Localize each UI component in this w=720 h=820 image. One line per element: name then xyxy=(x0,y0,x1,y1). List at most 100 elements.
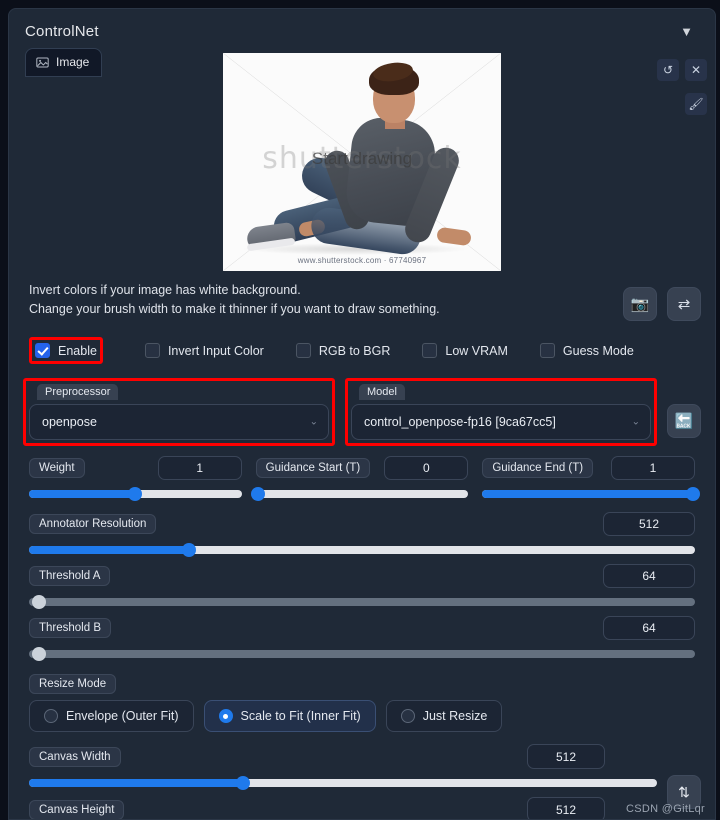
preprocessor-select[interactable]: openpose ⌄ xyxy=(29,404,329,440)
resize-mode-section: Resize Mode Envelope (Outer Fit) Scale t… xyxy=(9,658,715,732)
refresh-models-button[interactable]: 🔙 xyxy=(667,404,701,438)
checkbox-invert-input-color-label: Invert Input Color xyxy=(167,343,264,358)
hint-line-1: Invert colors if your image has white ba… xyxy=(29,283,301,297)
slider-threshold-b-value[interactable]: 64 xyxy=(603,616,695,640)
slider-guidance-end-value[interactable]: 1 xyxy=(611,456,696,480)
slider-guidance-start: Guidance Start (T) 0 xyxy=(250,456,469,501)
controlnet-panel: ControlNet ▼ Image shutterstock Start dr… xyxy=(8,8,716,820)
panel-header: ControlNet ▼ xyxy=(9,9,715,46)
controlnet-app: ControlNet ▼ Image shutterstock Start dr… xyxy=(0,0,720,820)
preprocessor-field: Preprocessor openpose ⌄ xyxy=(29,384,329,440)
resize-mode-radios: Envelope (Outer Fit) Scale to Fit (Inner… xyxy=(29,700,695,732)
radio-dot xyxy=(400,709,415,723)
slider-weight-label: Weight xyxy=(29,458,85,478)
canvas-sliders: Canvas Width 512 Canvas Height 512 xyxy=(29,744,657,819)
slider-canvas-width: Canvas Width 512 xyxy=(29,744,657,790)
brush-icon[interactable]: 🖌 xyxy=(685,93,707,115)
model-annotation-box: Model control_openpose-fp16 [9ca67cc5] ⌄ xyxy=(345,378,657,446)
preprocessor-value: openpose xyxy=(42,415,97,429)
hint-buttons: 📷 ⇄ xyxy=(623,281,701,321)
slider-guidance-end: Guidance End (T) 1 xyxy=(482,456,700,501)
slider-guidance-start-track[interactable] xyxy=(250,487,469,501)
slider-annotator-resolution-track[interactable] xyxy=(29,543,695,557)
radio-dot-selected xyxy=(218,709,233,723)
slider-canvas-height-label: Canvas Height xyxy=(29,799,125,819)
chevron-down-icon: ⌄ xyxy=(309,416,318,428)
radio-scale-to-fit-inner-fit-label: Scale to Fit (Inner Fit) xyxy=(240,709,361,723)
hint-text: Invert colors if your image has white ba… xyxy=(29,281,440,319)
image-canvas[interactable]: shutterstock Start drawing www.shutterst… xyxy=(223,53,501,271)
slider-canvas-height: Canvas Height 512 xyxy=(29,797,657,819)
checkbox-enable-label: Enable xyxy=(58,343,97,358)
checkbox-box xyxy=(539,343,555,358)
hint-line-2: Change your brush width to make it thinn… xyxy=(29,302,440,316)
slider-guidance-start-value[interactable]: 0 xyxy=(384,456,469,480)
image-footer-text: www.shutterstock.com · 67740967 xyxy=(297,256,427,265)
slider-guidance-start-label: Guidance Start (T) xyxy=(255,458,371,478)
checkbox-invert-input-color[interactable]: Invert Input Color xyxy=(144,343,264,358)
chevron-down-icon[interactable]: ▼ xyxy=(674,23,699,40)
model-select[interactable]: control_openpose-fp16 [9ca67cc5] ⌄ xyxy=(351,404,651,440)
checkbox-rgb-to-bgr[interactable]: RGB to BGR xyxy=(295,343,391,358)
swap-source-button[interactable]: ⇄ xyxy=(667,287,701,321)
hint-row: Invert colors if your image has white ba… xyxy=(9,275,715,321)
model-select-row: Preprocessor openpose ⌄ Model control_op… xyxy=(9,364,715,446)
slider-weight: Weight 1 xyxy=(29,456,242,501)
options-row: Enable Invert Input Color RGB to BGR Low… xyxy=(9,321,715,364)
image-tools-secondary: 🖌 xyxy=(685,93,707,115)
radio-scale-to-fit-inner-fit[interactable]: Scale to Fit (Inner Fit) xyxy=(203,700,376,732)
annotator-sliders: Annotator Resolution 512 Threshold A 64 xyxy=(9,498,715,661)
image-stage: shutterstock Start drawing www.shutterst… xyxy=(9,51,715,275)
slider-canvas-width-label: Canvas Width xyxy=(29,746,121,767)
image-tools: ↺ ✕ xyxy=(657,59,707,81)
check-icon xyxy=(35,343,50,358)
radio-dot xyxy=(44,709,58,723)
enable-annotation-box: Enable xyxy=(29,337,103,364)
preprocessor-label: Preprocessor xyxy=(37,384,119,400)
weight-guidance-sliders: Weight 1 Guidance Start (T) 0 Guidance E… xyxy=(9,446,715,501)
checkbox-box xyxy=(295,343,311,358)
page-title: ControlNet xyxy=(25,23,99,40)
canvas-size-section: Canvas Width 512 Canvas Height 512 ⇅ xyxy=(9,732,715,819)
slider-annotator-resolution-value[interactable]: 512 xyxy=(603,512,695,536)
slider-guidance-end-track[interactable] xyxy=(482,487,700,501)
checkbox-box xyxy=(144,343,160,358)
slider-weight-track[interactable] xyxy=(29,487,242,501)
slider-weight-value[interactable]: 1 xyxy=(157,456,242,480)
preprocessor-annotation-box: Preprocessor openpose ⌄ xyxy=(23,378,335,446)
slider-threshold-a-value[interactable]: 64 xyxy=(603,564,695,588)
checkbox-guess-mode[interactable]: Guess Mode xyxy=(539,343,634,358)
slider-threshold-a-label: Threshold A xyxy=(29,566,111,586)
checkbox-enable[interactable]: Enable xyxy=(35,343,97,358)
slider-annotator-resolution-label: Annotator Resolution xyxy=(29,514,157,534)
close-icon[interactable]: ✕ xyxy=(685,59,707,81)
radio-just-resize[interactable]: Just Resize xyxy=(385,700,503,732)
webcam-button[interactable]: 📷 xyxy=(623,287,657,321)
checkbox-box xyxy=(422,343,438,358)
slider-threshold-b-track[interactable] xyxy=(29,647,695,661)
chevron-down-icon: ⌄ xyxy=(631,416,640,428)
model-label: Model xyxy=(359,384,405,400)
slider-annotator-resolution: Annotator Resolution 512 xyxy=(29,512,695,557)
slider-threshold-b-label: Threshold B xyxy=(29,618,112,638)
slider-canvas-width-value[interactable]: 512 xyxy=(527,744,605,769)
slider-threshold-a-track[interactable] xyxy=(29,595,695,609)
slider-canvas-height-value[interactable]: 512 xyxy=(527,797,605,819)
resize-mode-label: Resize Mode xyxy=(29,674,117,694)
slider-guidance-end-label: Guidance End (T) xyxy=(482,458,594,478)
checkbox-rgb-to-bgr-label: RGB to BGR xyxy=(318,343,391,358)
checkbox-low-vram-label: Low VRAM xyxy=(445,343,508,358)
checkbox-guess-mode-label: Guess Mode xyxy=(562,343,634,358)
undo-icon[interactable]: ↺ xyxy=(657,59,679,81)
model-value: control_openpose-fp16 [9ca67cc5] xyxy=(364,415,556,429)
checkbox-low-vram[interactable]: Low VRAM xyxy=(422,343,508,358)
slider-threshold-a: Threshold A 64 xyxy=(29,564,695,609)
slider-canvas-width-track[interactable] xyxy=(29,776,657,790)
start-drawing-overlay: Start drawing xyxy=(311,149,413,168)
radio-just-resize-label: Just Resize xyxy=(422,709,488,723)
radio-envelope-outer-fit[interactable]: Envelope (Outer Fit) xyxy=(29,700,194,732)
model-field: Model control_openpose-fp16 [9ca67cc5] ⌄ xyxy=(351,384,651,440)
radio-envelope-outer-fit-label: Envelope (Outer Fit) xyxy=(66,709,179,723)
screenshot-watermark: CSDN @GitLqr xyxy=(626,803,705,815)
slider-threshold-b: Threshold B 64 xyxy=(29,616,695,661)
